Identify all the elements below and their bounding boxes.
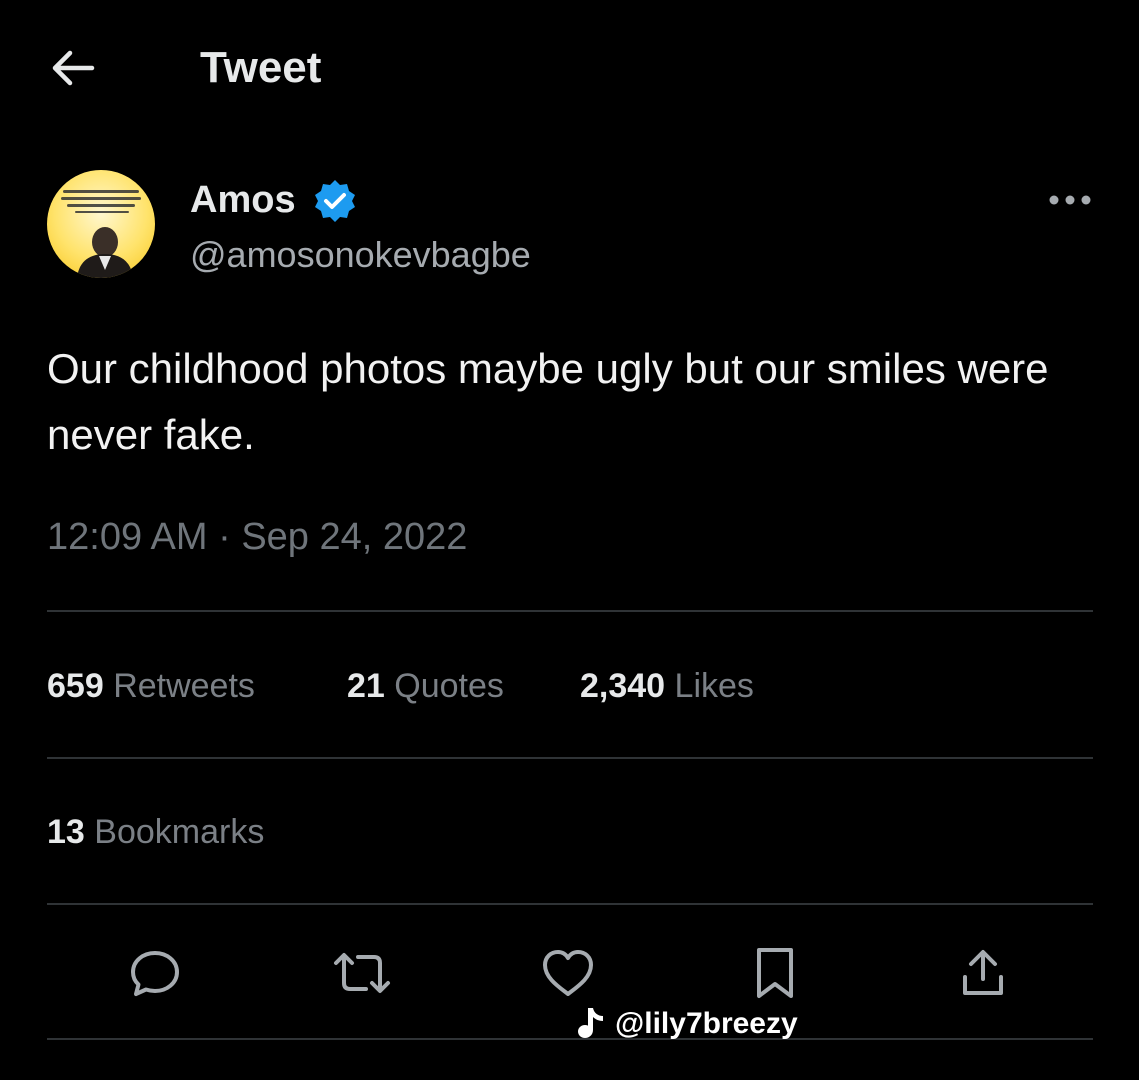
divider <box>47 610 1093 612</box>
divider <box>47 1038 1093 1040</box>
retweets-count: 659 <box>47 667 104 705</box>
arrow-left-icon <box>52 50 95 86</box>
likes-label: Likes <box>674 667 754 705</box>
bookmarks-stat[interactable]: 13 Bookmarks <box>47 810 264 854</box>
avatar-image <box>61 190 141 278</box>
bookmark-button[interactable] <box>740 938 810 1008</box>
quotes-count: 21 <box>347 667 385 705</box>
retweet-icon <box>334 953 390 993</box>
likes-stat[interactable]: 2,340 Likes <box>580 664 754 708</box>
share-button[interactable] <box>948 938 1018 1008</box>
tweet-timestamp[interactable]: 12:09 AM · Sep 24, 2022 <box>47 512 467 562</box>
quotes-stat[interactable]: 21 Quotes <box>347 664 504 708</box>
bookmark-icon <box>757 948 793 998</box>
more-options-button[interactable] <box>1042 180 1098 220</box>
like-button[interactable] <box>533 938 603 1008</box>
bookmarks-label: Bookmarks <box>94 813 265 851</box>
back-button[interactable] <box>40 40 104 96</box>
music-note-logo-icon <box>578 1008 603 1038</box>
page-title: Tweet <box>200 43 322 92</box>
reply-icon <box>131 951 179 996</box>
share-icon <box>963 950 1003 995</box>
retweets-label: Retweets <box>113 667 255 705</box>
divider <box>47 757 1093 759</box>
quotes-label: Quotes <box>394 667 504 705</box>
user-handle[interactable]: @amosonokevbagbe <box>190 232 531 278</box>
retweet-button[interactable] <box>327 938 397 1008</box>
more-horizontal-icon <box>1049 195 1091 205</box>
tweet-text: Our childhood photos maybe ugly but our … <box>47 345 1049 458</box>
verified-badge-icon <box>312 178 358 224</box>
reply-button[interactable] <box>120 938 190 1008</box>
avatar[interactable] <box>47 170 155 278</box>
watermark: @lily7breezy <box>575 1004 798 1044</box>
bookmarks-count: 13 <box>47 813 85 851</box>
watermark-text: @lily7breezy <box>615 1007 798 1040</box>
heart-icon <box>543 950 593 996</box>
likes-count: 2,340 <box>580 667 666 705</box>
retweets-stat[interactable]: 659 Retweets <box>47 664 255 708</box>
divider <box>47 903 1093 905</box>
display-name[interactable]: Amos <box>190 176 296 224</box>
